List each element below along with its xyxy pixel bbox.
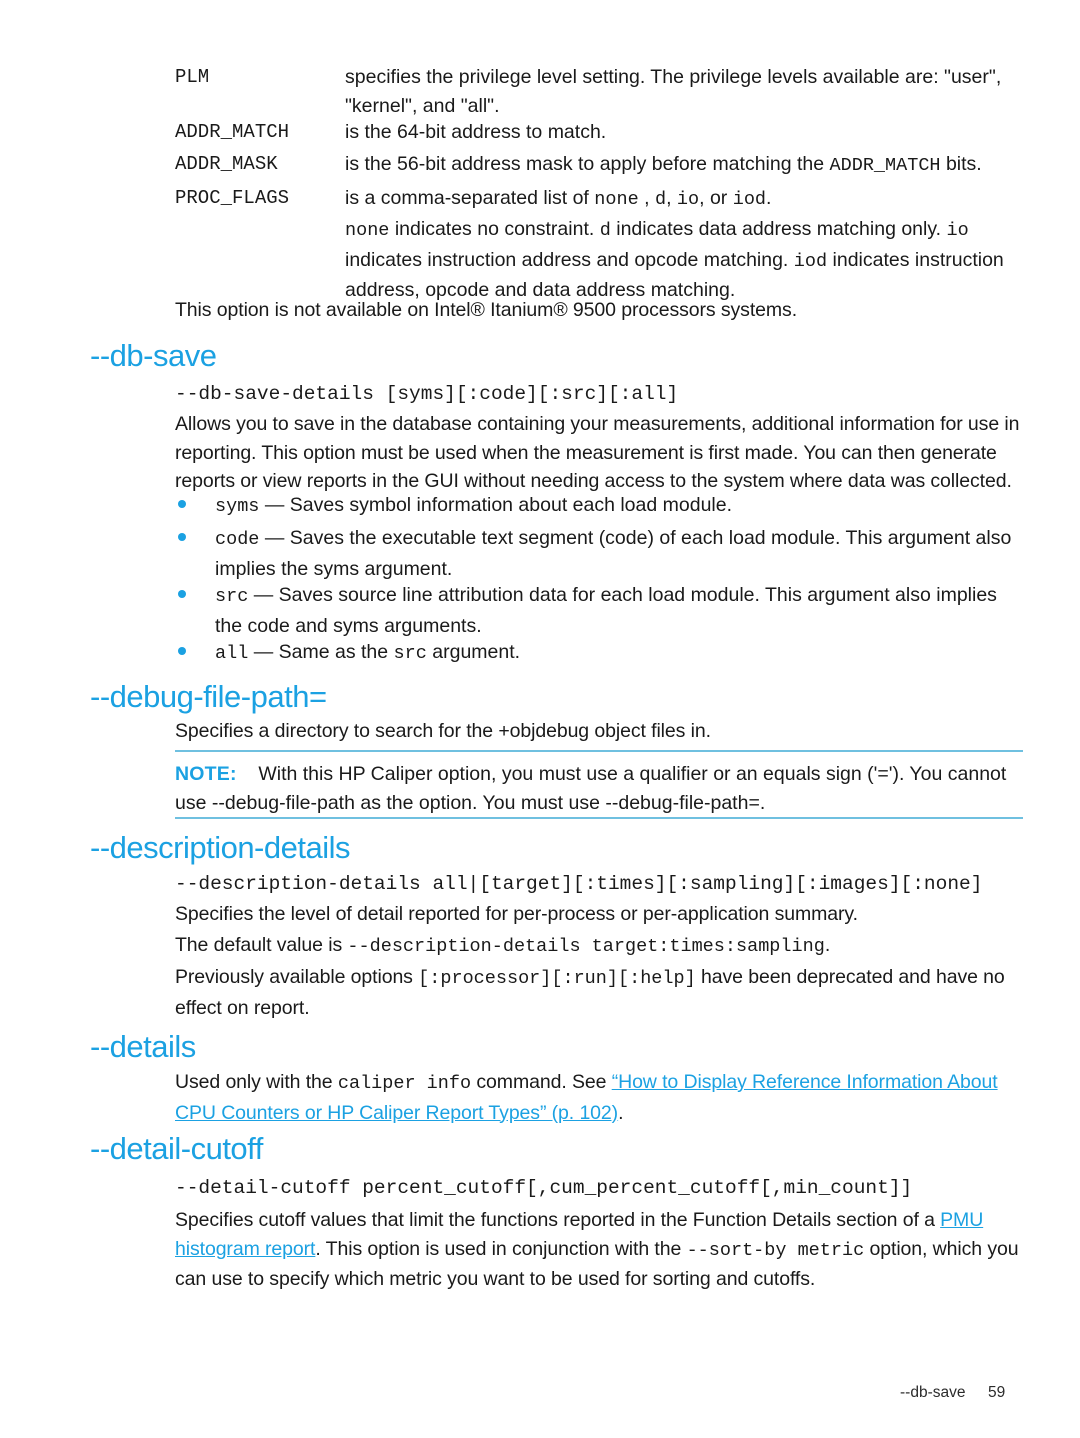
- definition-term-plm: PLM: [175, 66, 210, 88]
- cutoff-code-sort-by: --sort-by metric: [686, 1239, 865, 1261]
- note-bottom-rule: [175, 817, 1023, 819]
- definition-text-plm: specifies the privilege level setting. T…: [345, 66, 1002, 117]
- description-details-paragraph-1: Specifies the level of detail reported f…: [175, 903, 858, 925]
- bullet-text-code: — Saves the executable text segment (cod…: [215, 527, 1012, 580]
- description-details-paragraph-3: Previously available options [:processor…: [175, 963, 1025, 1022]
- description-debug-file-path: Specifies a directory to search for the …: [175, 720, 711, 742]
- details-text-post: .: [618, 1101, 624, 1124]
- default-value-text-post: .: [824, 934, 831, 956]
- list-item: src — Saves source line attribution data…: [215, 581, 1025, 640]
- itanium-availability-note: This option is not available on Intel® I…: [175, 299, 798, 321]
- details-text-mid: command. See: [471, 1071, 612, 1093]
- deprecated-text-pre: Previously available options: [175, 966, 419, 988]
- note-text: With this HP Caliper option, you must us…: [175, 763, 1007, 814]
- detail-code-iod: iod: [793, 250, 828, 272]
- detail-code-d: d: [599, 220, 611, 241]
- section-heading-detail-cutoff: --detail-cutoff: [90, 1131, 263, 1166]
- definition-text-addr-mask: is the 56-bit address mask to apply befo…: [345, 150, 1025, 181]
- section-heading-description-details: --description-details: [90, 830, 351, 865]
- note-label: NOTE:: [175, 763, 237, 785]
- definition-term-addr-mask: ADDR_MASK: [175, 153, 278, 175]
- default-value-text-pre: The default value is: [175, 934, 348, 956]
- footer-section-label: --db-save: [900, 1384, 966, 1401]
- definition-text-addr-match: is the 64-bit address to match.: [345, 121, 607, 143]
- bullet-text-all-post: argument.: [426, 641, 521, 663]
- proc-flags-text-4: , or: [699, 187, 733, 209]
- syntax-db-save: --db-save-details [syms][:code][:src][:a…: [175, 383, 679, 405]
- document-page: PLM specifies the privilege level settin…: [0, 0, 1080, 1438]
- detail-code-io: io: [946, 220, 969, 241]
- bullet-dot-icon: [178, 647, 186, 655]
- note-body: NOTE: With this HP Caliper option, you m…: [175, 760, 1025, 817]
- bullet-text-src: — Saves source line attribution data for…: [215, 584, 997, 637]
- detail-text-3: indicates instruction address and opcode…: [345, 248, 794, 271]
- note-spacer: [237, 763, 259, 785]
- addr-mask-code: ADDR_MATCH: [829, 155, 941, 176]
- deprecated-options-code: [:processor][:run][:help]: [418, 968, 696, 989]
- definition-term-addr-match: ADDR_MATCH: [175, 121, 290, 143]
- details-text-pre: Used only with the: [175, 1071, 338, 1093]
- proc-flags-code-none: none: [594, 189, 639, 210]
- cutoff-text-mid: . This option is used in conjunction wit…: [315, 1237, 687, 1260]
- bullet-code-code: code: [215, 529, 260, 550]
- definition-term-proc-flags: PROC_FLAGS: [175, 187, 290, 209]
- bullet-code-src: src: [215, 586, 249, 607]
- list-item: syms — Saves symbol information about ea…: [215, 491, 1025, 522]
- detail-text-1: indicates no constraint.: [389, 218, 600, 240]
- proc-flags-detail-paragraph: none indicates no constraint. d indicate…: [345, 215, 1025, 305]
- section-heading-debug-file-path: --debug-file-path=: [90, 679, 327, 714]
- bullet-dot-icon: [178, 533, 186, 541]
- bullet-text-syms: — Saves symbol information about each lo…: [259, 494, 733, 516]
- cutoff-text-pre: Specifies cutoff values that limit the f…: [175, 1209, 941, 1231]
- addr-mask-text-2: bits.: [940, 153, 982, 175]
- bullet-dot-icon: [178, 590, 186, 598]
- default-value-code: --description-details target:times:sampl…: [347, 936, 825, 957]
- definition-text-proc-flags: is a comma-separated list of none , d, i…: [345, 184, 1025, 215]
- description-details-paragraph-2: The default value is --description-detai…: [175, 931, 1025, 962]
- bullet-text-all-pre: — Same as the: [248, 641, 394, 663]
- addr-mask-text-1: is the 56-bit address mask to apply befo…: [345, 153, 830, 175]
- list-item: code — Saves the executable text segment…: [215, 524, 1025, 583]
- description-details-section: Used only with the caliper info command.…: [175, 1068, 1025, 1127]
- detail-text-2: indicates data address matching only.: [610, 218, 947, 240]
- section-heading-details: --details: [90, 1029, 196, 1064]
- details-code-caliper-info: caliper info: [337, 1073, 472, 1094]
- footer-page-number: 59: [988, 1384, 1006, 1401]
- proc-flags-code-io: io: [676, 189, 700, 210]
- description-detail-cutoff: Specifies cutoff values that limit the f…: [175, 1206, 1025, 1294]
- bullet-dot-icon: [178, 500, 186, 508]
- proc-flags-code-d: d: [654, 189, 667, 210]
- section-heading-db-save: --db-save: [90, 338, 217, 373]
- syntax-description-details: --description-details all|[target][:time…: [175, 873, 983, 895]
- bullet-code-all: all: [215, 643, 249, 664]
- proc-flags-code-iod: iod: [732, 189, 767, 210]
- detail-code-none: none: [345, 220, 390, 241]
- bullet-code-syms: syms: [215, 496, 260, 517]
- description-db-save: Allows you to save in the database conta…: [175, 413, 1020, 492]
- bullet-code-all-src: src: [393, 643, 427, 664]
- proc-flags-text-2: ,: [638, 187, 655, 209]
- syntax-detail-cutoff: --detail-cutoff percent_cutoff[,cum_perc…: [175, 1177, 913, 1199]
- list-item: all — Same as the src argument.: [215, 638, 1025, 669]
- proc-flags-text-3: ,: [666, 187, 677, 209]
- note-top-rule: [175, 750, 1023, 752]
- proc-flags-text-1: is a comma-separated list of: [345, 187, 595, 209]
- proc-flags-text-5: .: [766, 187, 772, 209]
